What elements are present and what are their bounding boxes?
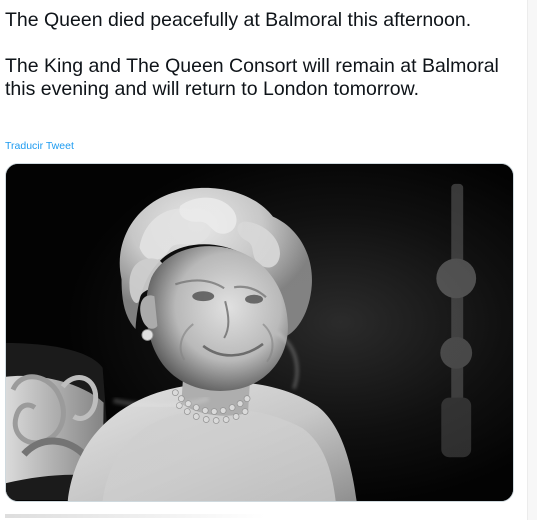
translate-tweet-link[interactable]: Traducir Tweet bbox=[5, 140, 74, 152]
tweet-paragraph-2: The King and The Queen Consort will rema… bbox=[5, 55, 499, 100]
tweet-text: The Queen died peacefully at Balmoral th… bbox=[5, 9, 525, 101]
cropped-tweet-footer bbox=[5, 514, 265, 518]
tweet-paragraph-1: The Queen died peacefully at Balmoral th… bbox=[5, 9, 472, 31]
scrollbar-track[interactable] bbox=[527, 0, 537, 520]
tweet: The Queen died peacefully at Balmoral th… bbox=[0, 0, 537, 520]
tweet-media-image[interactable] bbox=[5, 163, 514, 502]
queen-portrait-photo bbox=[6, 164, 513, 501]
